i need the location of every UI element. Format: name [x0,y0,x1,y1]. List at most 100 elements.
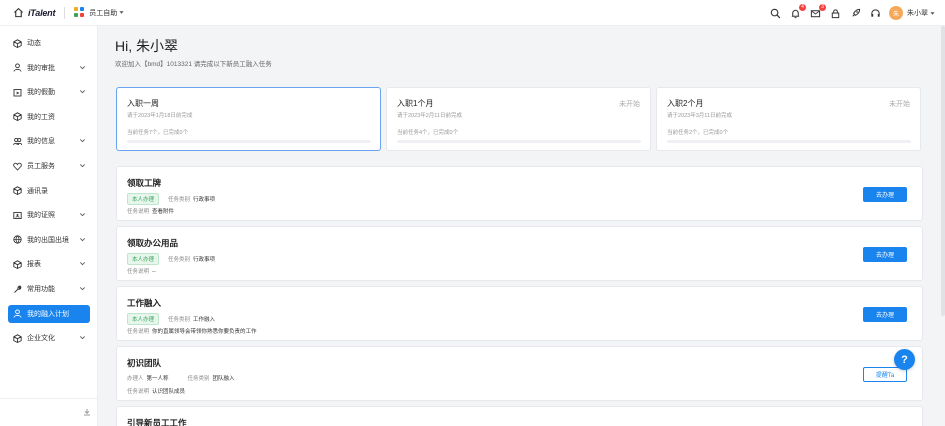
headset-icon[interactable] [869,7,882,20]
page-scrollbar[interactable] [941,26,945,426]
sidebar-item-label: 报表 [27,261,41,269]
task-description: 任务说明 -- [127,269,156,275]
task-type: 任务类别 工作融入 [168,317,216,323]
collapse-sidebar-icon[interactable] [83,408,91,418]
sidebar-item-onboarding-plan[interactable]: 我的融入计划 [8,304,90,323]
task-type: 任务类别 行政事项 [168,197,216,203]
stage-title: 入职2个月 [667,99,704,108]
app-switcher-label: 员工自助 [89,9,118,17]
search-icon[interactable] [769,7,782,20]
sidebar-item-certificates[interactable]: 我的证照 [8,206,90,224]
sidebar-item-feed[interactable]: 动态 [8,34,90,52]
sidebar-item-attendance[interactable]: 我的假勤 [8,83,90,101]
task-type: 任务类别 行政事项 [168,257,216,263]
bell-badge: 4 [799,3,806,11]
help-button[interactable]: ? [894,349,915,370]
user-menu[interactable]: 朱小翠 [907,8,935,18]
scrollbar-thumb[interactable] [941,26,945,316]
heart-icon [13,162,22,171]
stage-card-week1[interactable]: 入职一周 请于2023年1月18日前完成 当前任务7个，已完成0个 [116,87,381,151]
task-type: 任务类别 团队融入 [187,376,235,382]
go-handle-button[interactable]: 去办理 [863,307,907,322]
rocket-icon[interactable] [849,7,862,20]
top-actions: 4 3 朱 朱小翠 [769,0,935,26]
avatar[interactable]: 朱 [889,6,903,20]
calendar-icon [13,88,22,97]
top-bar: iTalent 员工自助 4 3 朱 朱小翠 [0,0,945,26]
app-switcher[interactable]: 员工自助 [89,8,124,18]
stage-card-month1[interactable]: 入职1个月 请于2023年2月11日前完成 未开始 当前任务4个，已完成0个 [386,87,651,151]
task-tag: 本人办理 [127,253,160,265]
sidebar-item-label: 我的融入计划 [27,310,69,318]
chevron-down-icon [79,137,86,146]
sidebar-item-overseas[interactable]: 我的出国出境 [8,231,90,249]
cube-icon [13,38,22,48]
task-tag: 本人办理 [127,313,160,325]
task-card: 领取办公用品 本人办理 任务类别 行政事项 任务说明 -- 去办理 [116,226,923,281]
chevron-down-icon [79,211,86,220]
task-meta: 办理人 第一人称 任务类别 团队融入 [127,374,235,382]
stage-progress-bar [667,140,911,143]
stage-progress-bar [397,140,641,143]
task-title: 引导新员工工作 [127,418,187,426]
task-title: 领取工牌 [127,178,162,188]
sidebar-footer [0,398,98,426]
sidebar-item-label: 我的假勤 [27,89,55,97]
app-grid-icon[interactable] [74,7,85,18]
divider [64,6,66,19]
app-logo[interactable]: iTalent [28,8,55,18]
task-meta: 本人办理 任务类别 行政事项 [127,193,215,205]
cube-icon [13,333,22,343]
globe-icon [13,235,22,245]
cube-icon [13,260,22,269]
task-handler: 办理人 第一人称 [127,376,169,382]
chevron-down-icon [79,64,86,73]
stage-title: 入职一周 [127,99,159,108]
page-subtitle: 欢迎加入【bmd】1013321 请完成以下新员工融入任务 [115,61,272,68]
task-card: 引导新员工工作 [116,406,923,426]
lock-icon[interactable] [829,7,842,20]
stage-progress-bar [127,140,371,143]
sidebar-item-contacts[interactable]: 通讯录 [8,182,90,200]
stage-deadline: 请于2023年1月18日前完成 [127,113,193,119]
go-handle-button[interactable]: 去办理 [863,187,907,202]
stage-status: 未开始 [619,101,640,108]
task-tag: 本人办理 [127,193,160,205]
user-icon [13,63,22,72]
task-card: 工作融入 本人办理 任务类别 工作融入 任务说明 你的直属领导会带领你熟悉你要负责的… [116,286,923,341]
sidebar-item-salary[interactable]: 我的工资 [8,108,90,126]
mail-icon[interactable]: 3 [809,3,826,20]
users-icon [13,137,22,146]
chevron-down-icon [79,88,86,97]
sidebar-item-label: 企业文化 [27,335,55,343]
sidebar-item-approvals[interactable]: 我的审批 [8,59,90,77]
bell-icon[interactable]: 4 [789,3,806,20]
user-icon [13,309,22,318]
task-title: 初识团队 [127,358,162,368]
chevron-down-icon [79,285,86,294]
sidebar-item-label: 我的出国出境 [27,236,69,244]
stage-card-month2[interactable]: 入职2个月 请于2023年3月11日前完成 未开始 当前任务2个，已完成0个 [656,87,921,151]
home-icon[interactable] [12,7,24,19]
sidebar-item-label: 我的审批 [27,64,55,72]
caret-down-icon [930,11,935,15]
sidebar-item-label: 常用功能 [27,286,55,293]
go-handle-button[interactable]: 去办理 [863,247,907,262]
sidebar-item-services[interactable]: 员工服务 [8,157,90,175]
sidebar-item-reports[interactable]: 报表 [8,255,90,273]
sidebar-item-info[interactable]: 我的信息 [8,132,90,150]
sidebar-item-label: 动态 [27,40,41,47]
stage-progress-text: 当前任务4个，已完成0个 [397,130,459,136]
task-title: 工作融入 [127,298,162,308]
task-meta: 本人办理 任务类别 行政事项 [127,253,215,265]
stage-progress-text: 当前任务7个，已完成0个 [127,130,189,136]
tool-icon [13,285,22,294]
task-title: 领取办公用品 [127,238,179,248]
sidebar-item-label: 我的证照 [27,212,55,220]
caret-down-icon [119,11,124,14]
sidebar-item-culture[interactable]: 企业文化 [8,329,90,347]
stage-progress-text: 当前任务2个，已完成0个 [667,130,729,136]
cube-icon [13,112,22,122]
task-meta: 本人办理 任务类别 工作融入 [127,313,215,325]
sidebar-item-common-functions[interactable]: 常用功能 [8,280,90,298]
